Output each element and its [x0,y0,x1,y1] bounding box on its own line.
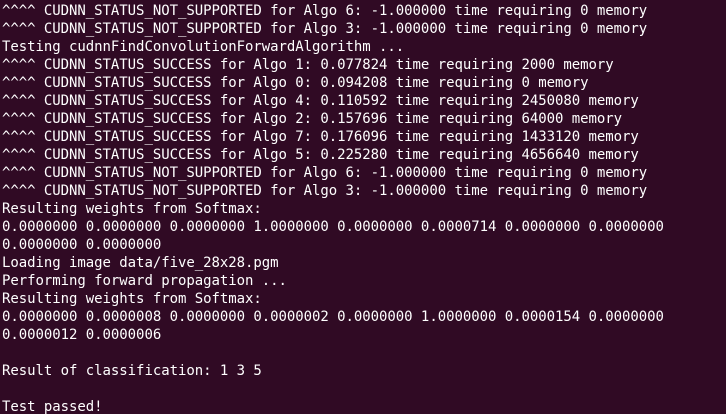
terminal-line: ^^^^ CUDNN_STATUS_SUCCESS for Algo 2: 0.… [2,111,623,127]
terminal-line: ^^^^ CUDNN_STATUS_NOT_SUPPORTED for Algo… [2,3,648,19]
terminal-line: ^^^^ CUDNN_STATUS_SUCCESS for Algo 4: 0.… [2,93,639,109]
terminal-line: Loading image data/five_28x28.pgm [2,255,279,271]
terminal-line: 0.0000000 0.0000008 0.0000000 0.0000002 … [2,309,664,325]
terminal-line: ^^^^ CUDNN_STATUS_SUCCESS for Algo 1: 0.… [2,57,614,73]
terminal-line: ^^^^ CUDNN_STATUS_SUCCESS for Algo 5: 0.… [2,147,639,163]
terminal-line: 0.0000000 0.0000000 [2,237,162,253]
terminal-output[interactable]: ^^^^ CUDNN_STATUS_NOT_SUPPORTED for Algo… [0,0,726,414]
terminal-line: ^^^^ CUDNN_STATUS_NOT_SUPPORTED for Algo… [2,183,648,199]
terminal-line: Resulting weights from Softmax: [2,201,262,217]
terminal-line: ^^^^ CUDNN_STATUS_SUCCESS for Algo 0: 0.… [2,75,589,91]
terminal-line: 0.0000000 0.0000000 0.0000000 1.0000000 … [2,219,664,235]
terminal-line: Resulting weights from Softmax: [2,291,262,307]
terminal-line: Performing forward propagation ... [2,273,287,289]
terminal-line: ^^^^ CUDNN_STATUS_NOT_SUPPORTED for Algo… [2,21,648,37]
terminal-line: Result of classification: 1 3 5 [2,363,262,379]
terminal-line: 0.0000012 0.0000006 [2,327,162,343]
terminal-line: Testing cudnnFindConvolutionForwardAlgor… [2,39,405,55]
terminal-line: ^^^^ CUDNN_STATUS_NOT_SUPPORTED for Algo… [2,165,648,181]
terminal-line: Test passed! [2,399,103,414]
terminal-line: ^^^^ CUDNN_STATUS_SUCCESS for Algo 7: 0.… [2,129,639,145]
